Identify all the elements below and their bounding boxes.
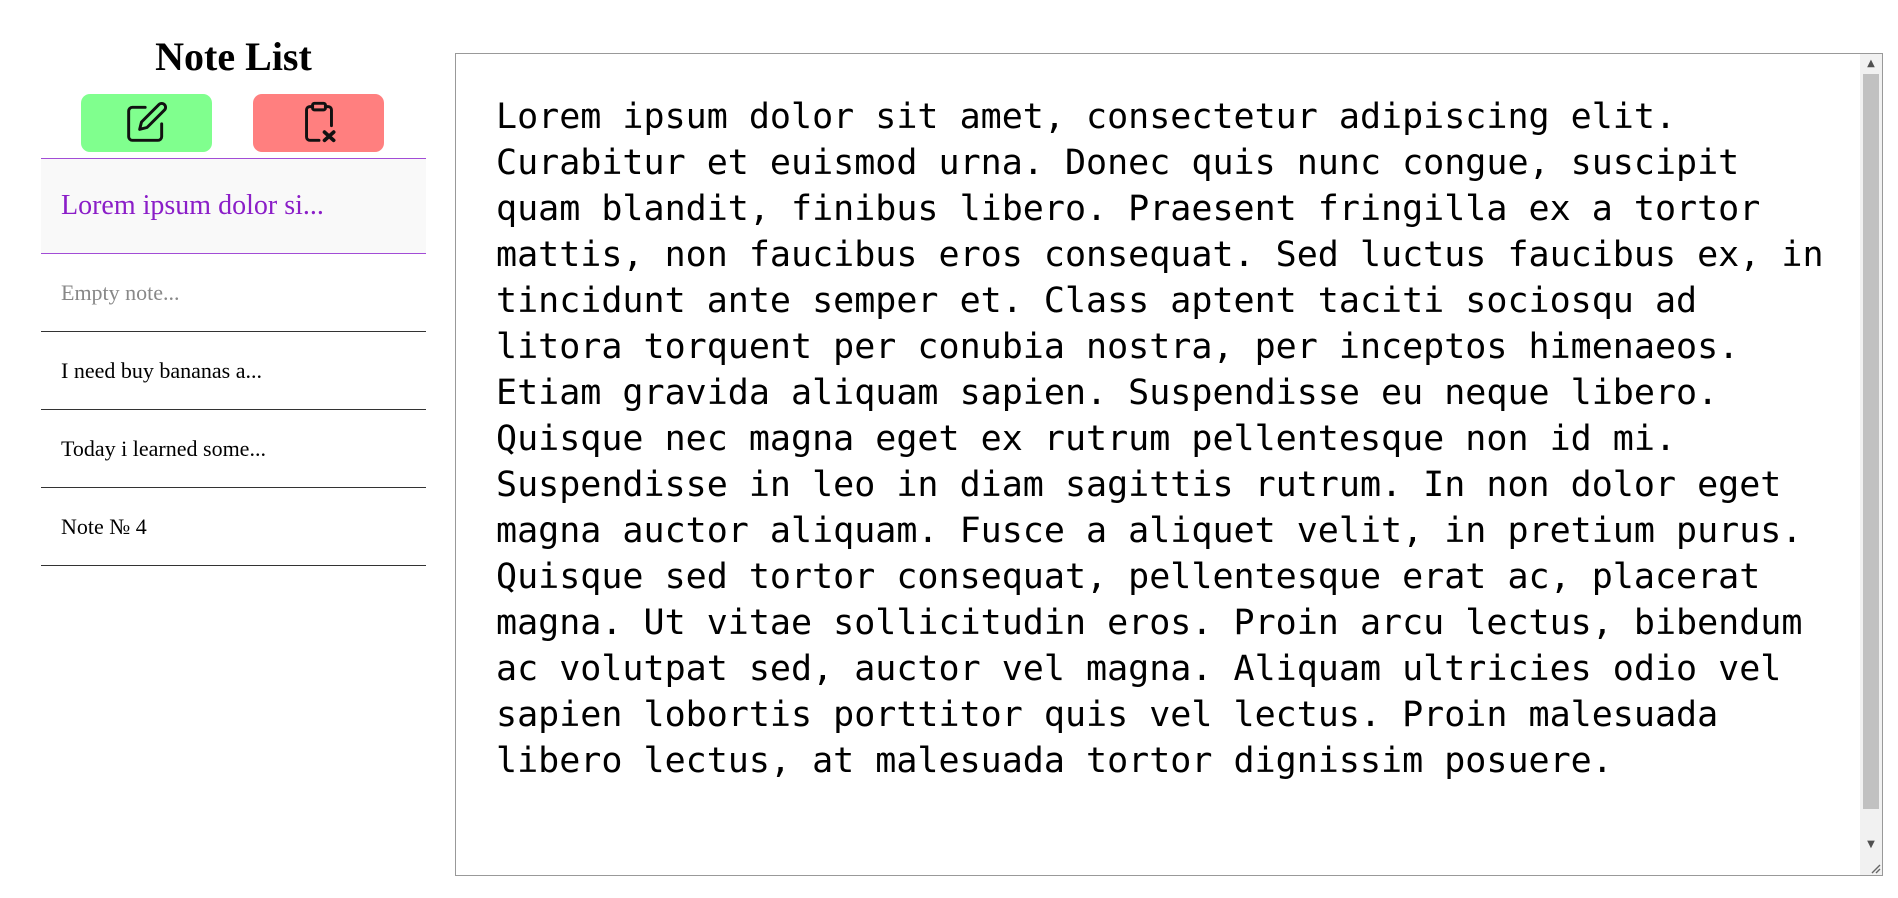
delete-note-button[interactable] (253, 94, 384, 152)
note-list: Lorem ipsum dolor si... Empty note... I … (41, 158, 426, 566)
scrollbar-thumb[interactable] (1863, 74, 1879, 809)
edit-icon (125, 100, 169, 147)
editor-scrollbar[interactable]: ▲ ▼ (1860, 54, 1882, 875)
note-item[interactable]: Today i learned some... (41, 410, 426, 488)
page-title: Note List (155, 34, 312, 79)
note-actions (41, 88, 426, 158)
note-editor: Lorem ipsum dolor sit amet, consectetur … (455, 53, 1883, 876)
new-note-button[interactable] (81, 94, 212, 152)
scroll-down-icon[interactable]: ▼ (1860, 835, 1882, 853)
note-item[interactable]: I need buy bananas a... (41, 332, 426, 410)
scroll-up-icon[interactable]: ▲ (1860, 54, 1882, 72)
resize-handle-icon[interactable] (1866, 859, 1882, 875)
note-editor-textarea[interactable]: Lorem ipsum dolor sit amet, consectetur … (456, 54, 1860, 875)
note-item-active[interactable]: Lorem ipsum dolor si... (41, 158, 426, 254)
note-item[interactable]: Empty note... (41, 254, 426, 332)
sidebar: Note List Lorem ipsum dolor si... Empty … (41, 26, 426, 566)
note-item[interactable]: Note № 4 (41, 488, 426, 566)
clipboard-x-icon (297, 100, 341, 147)
